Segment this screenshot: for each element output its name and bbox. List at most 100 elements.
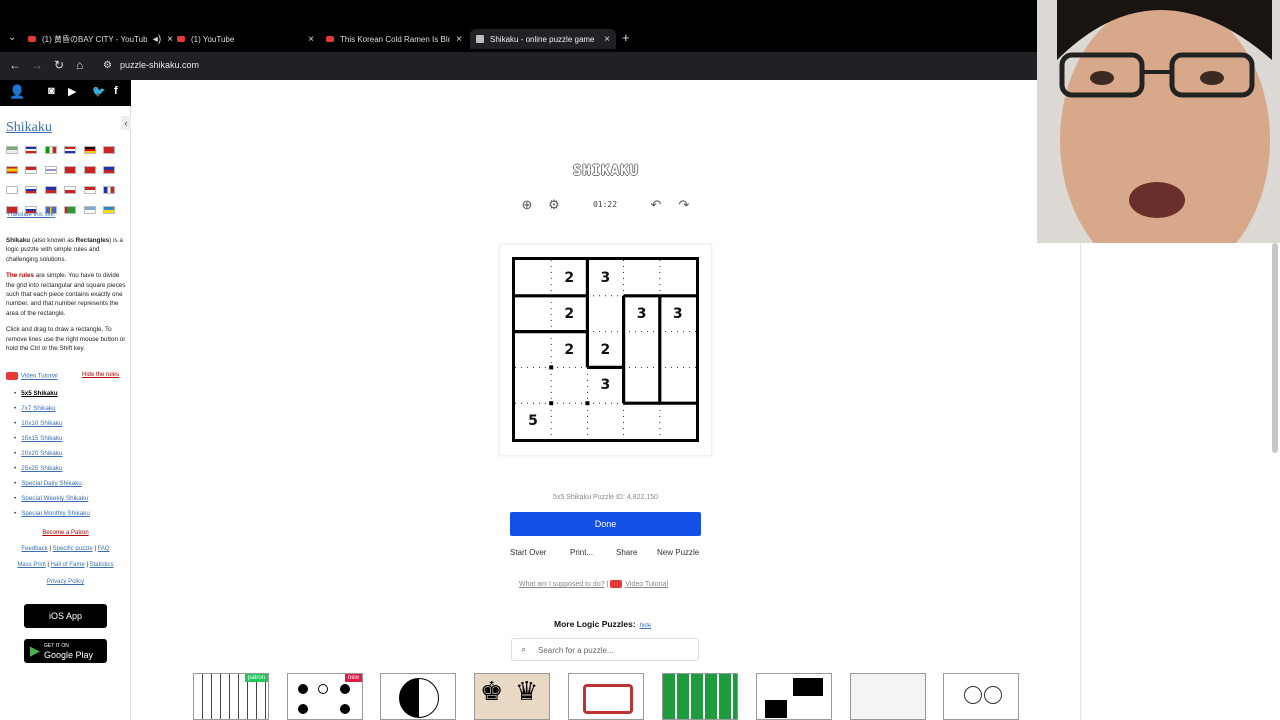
- flag-icon[interactable]: [83, 206, 96, 214]
- specific-puzzle-link[interactable]: Specific puzzle: [53, 546, 93, 552]
- print-button[interactable]: Print...: [570, 548, 593, 557]
- list-item[interactable]: Special Weekly Shikaku: [14, 495, 90, 510]
- flag-icon[interactable]: [103, 206, 116, 214]
- flag-icon[interactable]: [6, 166, 18, 174]
- hall-of-fame-link[interactable]: Hall of Fame: [51, 562, 85, 568]
- flag-icon[interactable]: [103, 186, 116, 194]
- puzzle-thumbnail-star-battle[interactable]: [943, 673, 1019, 720]
- site-title-link[interactable]: Shikaku: [6, 120, 52, 136]
- zoom-icon[interactable]: ⊕: [519, 197, 535, 213]
- puzzle-thumbnail-yin-yang[interactable]: [380, 673, 456, 720]
- collapse-sidebar-button[interactable]: ‹: [121, 116, 131, 130]
- flag-icon[interactable]: [25, 186, 38, 194]
- scrollbar[interactable]: [1272, 243, 1278, 453]
- youtube-icon[interactable]: ▶: [68, 85, 76, 98]
- puzzle-thumbnail-nonograms[interactable]: patron: [193, 673, 269, 720]
- list-item[interactable]: 7x7 Shikaku: [14, 405, 90, 420]
- puzzle-thumbnail-chess[interactable]: ♚ ♛: [474, 673, 550, 720]
- size-link-weekly[interactable]: Special Weekly Shikaku: [21, 495, 88, 502]
- twitter-icon[interactable]: 🐦: [92, 85, 106, 98]
- list-item[interactable]: 5x5 Shikaku: [14, 390, 90, 405]
- discord-icon[interactable]: ◙: [48, 85, 55, 97]
- video-tutorial-link[interactable]: Video Tutorial: [625, 581, 668, 588]
- puzzle-board[interactable]: 2 3 2 3 3 2 2 3 5: [512, 257, 699, 442]
- home-icon[interactable]: ⌂: [76, 58, 83, 72]
- list-item[interactable]: 20x20 Shikaku: [14, 450, 90, 465]
- puzzle-thumbnail-hitori[interactable]: [662, 673, 738, 720]
- flag-icon[interactable]: [103, 166, 116, 174]
- flag-icon[interactable]: [44, 186, 57, 194]
- privacy-policy-link[interactable]: Privacy Policy: [47, 579, 84, 585]
- flag-icon[interactable]: [64, 146, 77, 154]
- list-item[interactable]: Special Daily Shikaku: [14, 480, 90, 495]
- close-icon[interactable]: ×: [167, 34, 173, 45]
- undo-icon[interactable]: ↶: [648, 197, 664, 213]
- share-button[interactable]: Share: [616, 548, 637, 557]
- feedback-link[interactable]: Feedback: [21, 546, 47, 552]
- flag-icon[interactable]: [83, 186, 96, 194]
- size-link-daily[interactable]: Special Daily Shikaku: [21, 480, 82, 487]
- faq-link[interactable]: FAQ: [98, 546, 110, 552]
- url-field[interactable]: puzzle-shikaku.com: [120, 60, 199, 70]
- flag-icon[interactable]: [83, 146, 96, 154]
- close-icon[interactable]: ×: [308, 34, 314, 45]
- puzzle-thumbnail-numbers[interactable]: [850, 673, 926, 720]
- browser-tab-korean-ramen[interactable]: This Korean Cold Ramen Is Blowing ×: [326, 29, 462, 49]
- flag-icon[interactable]: [6, 186, 18, 194]
- ios-app-button[interactable]: iOS App: [24, 604, 107, 628]
- flag-icon[interactable]: [103, 146, 116, 154]
- size-link-15x15[interactable]: 15x15 Shikaku: [21, 435, 62, 442]
- statistics-link[interactable]: Statistics: [90, 562, 114, 568]
- user-icon[interactable]: 👤: [9, 84, 25, 100]
- back-icon[interactable]: ←: [9, 58, 21, 72]
- flag-icon[interactable]: [64, 166, 77, 174]
- puzzle-search-input[interactable]: ⌕ Search for a puzzle...: [511, 638, 699, 661]
- facebook-icon[interactable]: f: [114, 85, 118, 97]
- flag-icon[interactable]: [64, 186, 77, 194]
- size-link-5x5[interactable]: 5x5 Shikaku: [21, 390, 57, 397]
- flag-icon[interactable]: [25, 166, 38, 174]
- settings-icon[interactable]: ⚙: [546, 197, 562, 213]
- new-tab-icon[interactable]: +: [622, 30, 630, 45]
- translate-link[interactable]: Translate this site.: [7, 212, 55, 218]
- list-item[interactable]: Special Monthly Shikaku: [14, 510, 90, 525]
- flag-icon[interactable]: [44, 146, 57, 154]
- tab-search-icon[interactable]: ⌄: [8, 32, 16, 43]
- browser-tab-youtube-bay-city[interactable]: (1) 黄昏のBAY CITY - YouTube ◂) ×: [28, 29, 173, 49]
- size-link-monthly[interactable]: Special Monthly Shikaku: [21, 510, 90, 517]
- close-icon[interactable]: ×: [456, 34, 462, 45]
- what-to-do-link[interactable]: What am I supposed to do?: [519, 581, 605, 588]
- google-play-button[interactable]: ▶ GET IT ON Google Play: [24, 639, 107, 663]
- browser-tab-youtube[interactable]: (1) YouTube ×: [177, 29, 314, 49]
- flag-icon[interactable]: [83, 166, 96, 174]
- list-item[interactable]: 25x25 Shikaku: [14, 465, 90, 480]
- list-item[interactable]: 10x10 Shikaku: [14, 420, 90, 435]
- puzzle-thumbnail-masyu[interactable]: new: [287, 673, 363, 720]
- reload-icon[interactable]: ↻: [54, 58, 64, 72]
- flag-icon[interactable]: [6, 146, 18, 154]
- hide-rules-link[interactable]: Hide the rules: [82, 372, 119, 378]
- hide-more-link[interactable]: hide: [640, 623, 651, 629]
- start-over-button[interactable]: Start Over: [510, 548, 546, 557]
- video-tutorial-link[interactable]: Video Tutorial: [21, 374, 58, 380]
- become-patron-link[interactable]: Become a Patron: [42, 530, 88, 536]
- forward-icon[interactable]: →: [31, 58, 43, 72]
- flag-icon[interactable]: [64, 206, 77, 214]
- new-puzzle-button[interactable]: New Puzzle: [657, 548, 699, 557]
- flag-icon[interactable]: [25, 146, 38, 154]
- list-item[interactable]: 15x15 Shikaku: [14, 435, 90, 450]
- size-link-10x10[interactable]: 10x10 Shikaku: [21, 420, 62, 427]
- close-icon[interactable]: ×: [604, 34, 610, 45]
- flag-icon[interactable]: [44, 166, 57, 174]
- puzzle-thumbnail-kurodoko[interactable]: [756, 673, 832, 720]
- size-link-25x25[interactable]: 25x25 Shikaku: [21, 465, 62, 472]
- audio-icon[interactable]: ◂): [153, 34, 161, 45]
- size-link-7x7[interactable]: 7x7 Shikaku: [21, 405, 55, 412]
- site-info-icon[interactable]: ⚙: [103, 60, 112, 71]
- puzzle-thumbnail-lits[interactable]: [568, 673, 644, 720]
- done-button[interactable]: Done: [510, 512, 701, 536]
- mass-print-link[interactable]: Mass Print: [17, 562, 45, 568]
- redo-icon[interactable]: ↷: [676, 197, 692, 213]
- browser-tab-shikaku[interactable]: Shikaku - online puzzle game ×: [470, 29, 616, 49]
- size-link-20x20[interactable]: 20x20 Shikaku: [21, 450, 62, 457]
